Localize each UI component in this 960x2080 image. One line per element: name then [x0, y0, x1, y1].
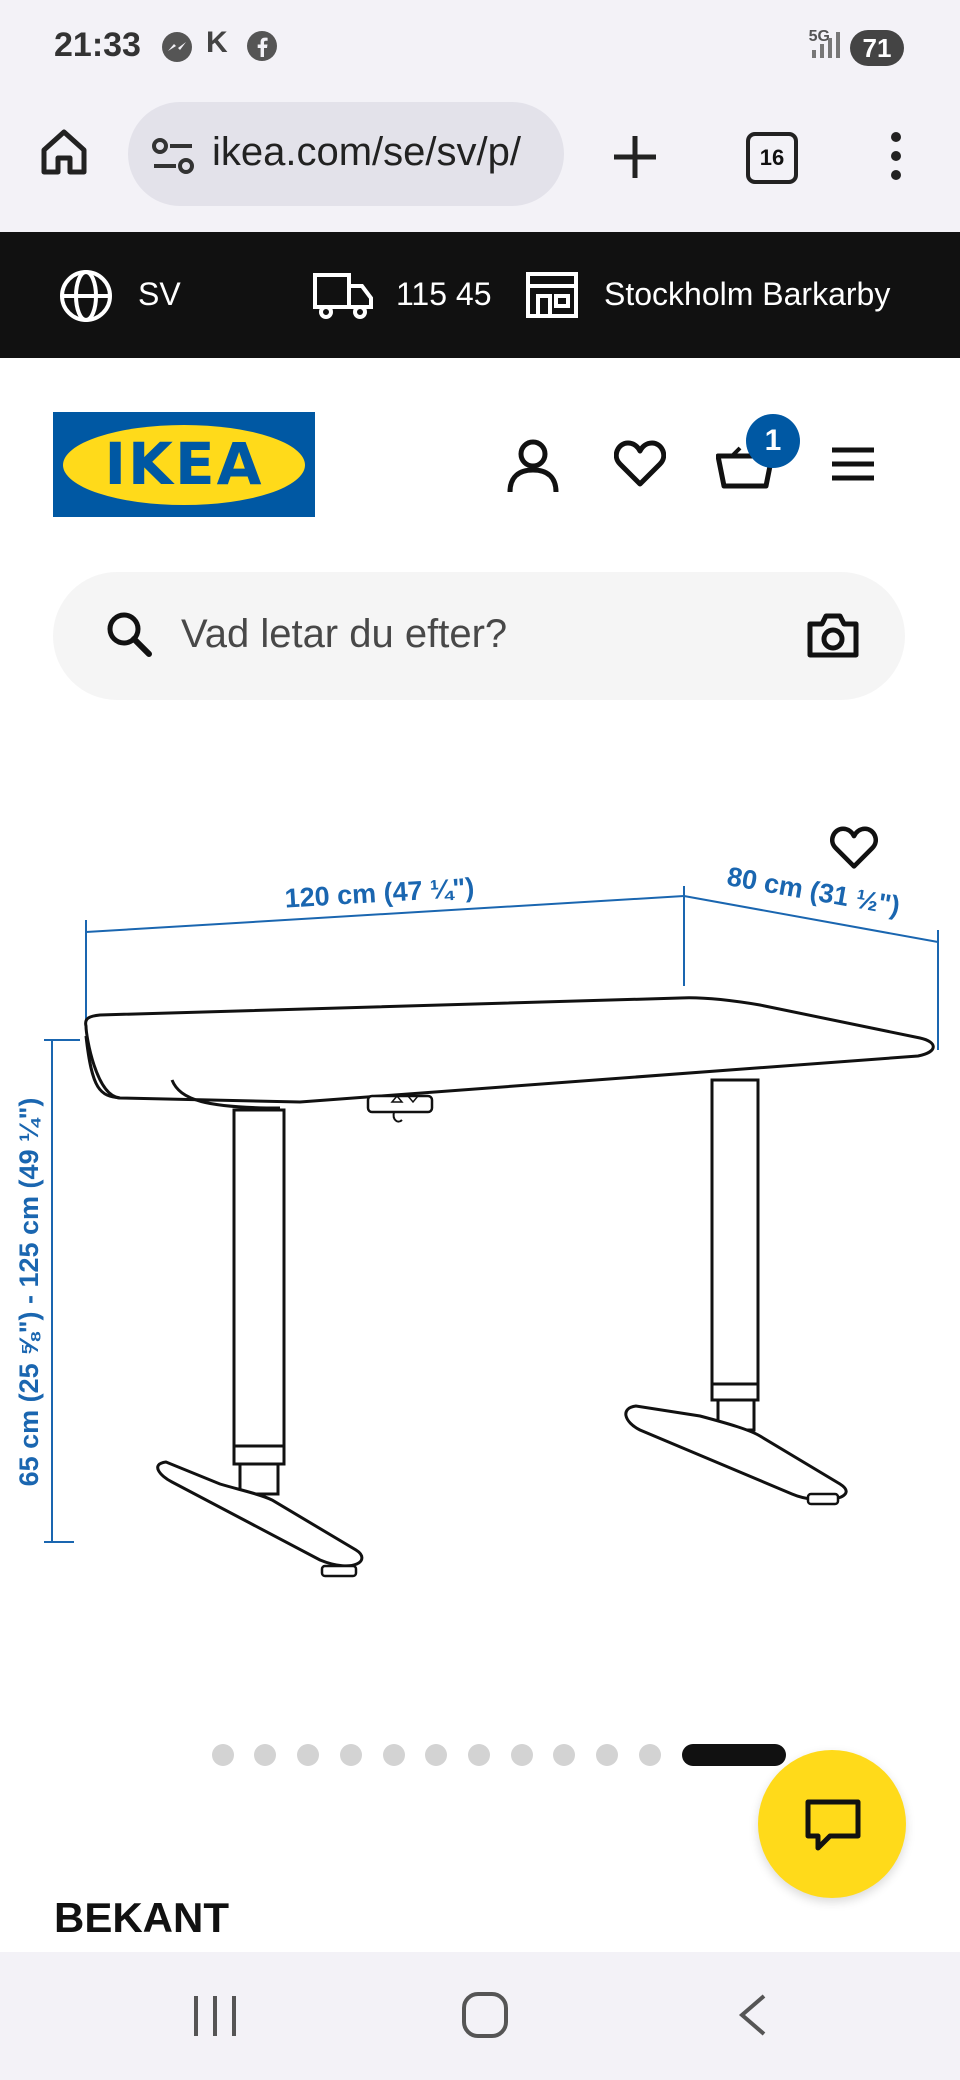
globe-icon[interactable] [58, 268, 114, 329]
store-info-bar: SV 115 45 Stockholm Barkarby [0, 232, 960, 358]
carousel-dot[interactable] [639, 1744, 661, 1766]
postal-code[interactable]: 115 45 [396, 276, 492, 313]
messenger-icon [160, 30, 194, 69]
home-nav-icon[interactable] [460, 1990, 510, 2045]
status-time: 21:33 [54, 26, 141, 64]
address-bar[interactable]: ikea.com/se/sv/p/ [128, 102, 564, 206]
carousel-dot[interactable] [425, 1744, 447, 1766]
desk-dimension-drawing: 120 cm (47 ¼") 80 cm (31 ½") 65 cm (25 ⅝… [14, 861, 939, 1578]
carousel-dot[interactable] [553, 1744, 575, 1766]
menu-icon[interactable] [830, 446, 876, 487]
delivery-truck-icon[interactable] [312, 272, 374, 325]
chat-icon [804, 1798, 862, 1857]
camera-search-icon[interactable] [807, 612, 859, 663]
carousel-dot[interactable] [383, 1744, 405, 1766]
ikea-logo[interactable]: IKEA [53, 412, 315, 517]
wishlist-icon[interactable] [613, 440, 667, 493]
dimension-height-label: 65 cm (25 ⅝") - 125 cm (49 ¼") [14, 1098, 44, 1487]
carousel-dot[interactable] [596, 1744, 618, 1766]
carousel-dot[interactable] [468, 1744, 490, 1766]
favorite-product-icon[interactable] [830, 826, 878, 875]
tabs-button[interactable]: 16 [746, 132, 798, 184]
logo-text: IKEA [104, 430, 264, 498]
language-selector[interactable]: SV [138, 276, 181, 313]
url-text: ikea.com/se/sv/p/ [212, 130, 522, 174]
browser-toolbar: ikea.com/se/sv/p/ 16 [0, 96, 960, 232]
new-tab-icon[interactable] [610, 132, 660, 187]
back-icon[interactable] [736, 1992, 770, 2043]
carousel-dot[interactable] [340, 1744, 362, 1766]
k-app-icon: K [206, 26, 228, 59]
signal-icon [810, 30, 840, 65]
carousel-dot[interactable] [297, 1744, 319, 1766]
store-name[interactable]: Stockholm Barkarby [604, 276, 890, 313]
site-settings-icon[interactable] [150, 136, 196, 181]
dimension-width-label: 120 cm (47 ¼") [284, 872, 475, 913]
carousel-dot[interactable] [212, 1744, 234, 1766]
status-bar: 21:33 K 5G 71 [0, 0, 960, 96]
system-nav-bar [0, 1952, 960, 2080]
more-icon[interactable] [886, 130, 906, 187]
battery-indicator: 71 [850, 30, 904, 66]
account-icon[interactable] [506, 438, 560, 499]
carousel-dot-active[interactable] [682, 1744, 786, 1766]
search-input[interactable]: Vad letar du efter? [181, 612, 507, 657]
search-icon [105, 610, 153, 663]
carousel-dot[interactable] [511, 1744, 533, 1766]
product-name: BEKANT [54, 1894, 229, 1941]
recent-apps-icon[interactable] [192, 1994, 238, 2043]
search-bar[interactable]: Vad letar du efter? [53, 572, 905, 700]
chat-button[interactable] [758, 1750, 906, 1898]
cart-count-badge: 1 [746, 414, 800, 468]
store-icon[interactable] [524, 270, 580, 325]
facebook-icon [246, 30, 278, 67]
carousel-dot[interactable] [254, 1744, 276, 1766]
home-icon[interactable] [38, 126, 90, 183]
product-image[interactable]: 120 cm (47 ¼") 80 cm (31 ½") 65 cm (25 ⅝… [0, 790, 960, 1610]
